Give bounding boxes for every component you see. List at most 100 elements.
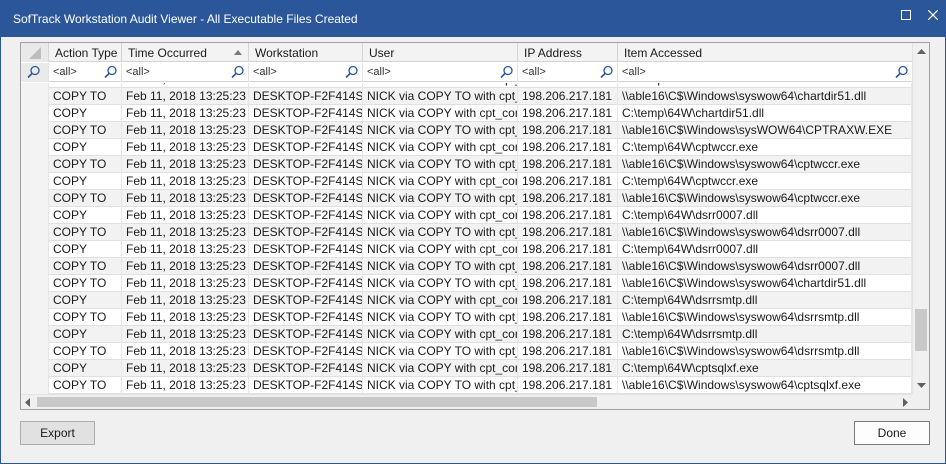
table-row[interactable]: COPY TOFeb 11, 2018 13:25:23DESKTOP-F2F4… bbox=[21, 258, 912, 275]
row-selector[interactable] bbox=[21, 343, 49, 360]
horizontal-scrollbar[interactable] bbox=[21, 394, 912, 409]
row-selector[interactable] bbox=[21, 292, 49, 309]
search-icon bbox=[27, 65, 40, 79]
close-button[interactable] bbox=[919, 1, 946, 29]
table-row[interactable]: COPY Feb 11, 2018 13:25:23 DESKTOP-F2F414S… bbox=[21, 326, 912, 343]
filter-row-selector[interactable] bbox=[21, 63, 49, 82]
cell-user: NICK via COPY with cpt_con... bbox=[363, 326, 518, 343]
row-selector[interactable] bbox=[21, 241, 49, 258]
table-row[interactable]: COPY Feb 11, 2018 13:25:23 DESKTOP-F2F414S… bbox=[21, 105, 912, 122]
search-icon bbox=[600, 65, 613, 79]
table-row[interactable]: COPY TOFeb 11, 2018 13:25:23DESKTOP-F2F4… bbox=[21, 190, 912, 207]
column-header-user[interactable]: User bbox=[363, 43, 518, 62]
row-selector-header[interactable] bbox=[21, 43, 49, 62]
cell-ip-address: 198.206.217.181 bbox=[518, 105, 618, 122]
row-selector[interactable] bbox=[21, 224, 49, 241]
cell-user: NICK via COPY TO with cpt_... bbox=[363, 224, 518, 241]
row-selector[interactable] bbox=[21, 377, 49, 394]
cell-item-accessed: C:\temp\64W\cptwccr.exe bbox=[618, 139, 912, 156]
filter-ip-address[interactable]: <all> bbox=[518, 63, 618, 82]
row-selector[interactable] bbox=[21, 360, 49, 377]
row-selector[interactable] bbox=[21, 173, 49, 190]
vertical-scroll-thumb[interactable] bbox=[915, 309, 927, 351]
row-selector[interactable] bbox=[21, 258, 49, 275]
cell-workstation: DESKTOP-F2F414S bbox=[249, 360, 363, 377]
row-selector[interactable] bbox=[21, 207, 49, 224]
cell-workstation: DESKTOP-F2F414S bbox=[249, 139, 363, 156]
table-row[interactable]: COPY Feb 11, 2018 13:25:23 DESKTOP-F2F414S… bbox=[21, 207, 912, 224]
grid-header: Action Type Time Occurred Workstation Us… bbox=[21, 43, 912, 62]
cell-workstation: DESKTOP-F2F414S bbox=[249, 207, 363, 224]
table-row[interactable]: COPY Feb 11, 2018 13:25:23 DESKTOP-F2F414S… bbox=[21, 173, 912, 190]
table-row[interactable]: COPY TOFeb 11, 2018 13:25:23DESKTOP-F2F4… bbox=[21, 122, 912, 139]
table-row[interactable]: COPY TOFeb 11, 2018 13:25:23DESKTOP-F2F4… bbox=[21, 343, 912, 360]
cell-ip-address: 198.206.217.181 bbox=[518, 275, 618, 292]
cell-time-occurred: Feb 11, 2018 13:25:23 bbox=[122, 139, 249, 156]
row-selector[interactable] bbox=[21, 326, 49, 343]
row-selector[interactable] bbox=[21, 309, 49, 326]
cell-action-type: COPY TO bbox=[49, 122, 122, 139]
cell-time-occurred: Feb 11, 2018 13:25:23 bbox=[122, 207, 249, 224]
column-header-workstation[interactable]: Workstation bbox=[249, 43, 363, 62]
cell-item-accessed: \\able16\C$\Windows\syswow64\dsrrsmtp.dl… bbox=[618, 343, 912, 360]
row-selector[interactable] bbox=[21, 88, 49, 105]
cell-time-occurred: Feb 11, 2018 13:25:23 bbox=[122, 173, 249, 190]
filter-workstation[interactable]: <all> bbox=[249, 63, 363, 82]
cell-action-type: COPY TO bbox=[49, 224, 122, 241]
row-selector[interactable] bbox=[21, 122, 49, 139]
table-row[interactable]: COPY TOFeb 11, 2018 13:25:23DESKTOP-F2F4… bbox=[21, 275, 912, 292]
maximize-button[interactable] bbox=[892, 1, 920, 29]
table-row[interactable]: COPY TOFeb 11, 2018 13:25:23DESKTOP-F2F4… bbox=[21, 156, 912, 173]
cell-workstation: DESKTOP-F2F414S bbox=[249, 224, 363, 241]
export-button[interactable]: Export bbox=[20, 421, 95, 445]
cell-user: NICK via COPY TO with cpt_... bbox=[363, 343, 518, 360]
cell-ip-address: 198.206.217.181 bbox=[518, 224, 618, 241]
audit-grid[interactable]: Action Type Time Occurred Workstation Us… bbox=[20, 42, 930, 410]
search-icon bbox=[345, 65, 358, 79]
table-row[interactable]: COPY Feb 11, 2018 13:25:23 DESKTOP-F2F414S… bbox=[21, 139, 912, 156]
table-row[interactable]: COPY Feb 11, 2018 13:25:23 DESKTOP-F2F414S… bbox=[21, 241, 912, 258]
cell-user: NICK via COPY TO with cpt_... bbox=[363, 156, 518, 173]
cell-time-occurred: Feb 11, 2018 13:25:23 bbox=[122, 377, 249, 394]
row-selector[interactable] bbox=[21, 139, 49, 156]
cell-time-occurred: Feb 11, 2018 13:25:23 bbox=[122, 258, 249, 275]
cell-ip-address: 198.206.217.181 bbox=[518, 207, 618, 224]
column-header-item-accessed[interactable]: Item Accessed bbox=[618, 43, 912, 62]
title-bar[interactable]: SofTrack Workstation Audit Viewer - All … bbox=[1, 1, 945, 37]
scroll-right-icon[interactable] bbox=[898, 395, 912, 410]
row-selector[interactable] bbox=[21, 275, 49, 292]
cell-user: NICK via COPY TO with cpt_... bbox=[363, 258, 518, 275]
search-icon bbox=[104, 65, 117, 79]
cell-ip-address: 198.206.217.181 bbox=[518, 309, 618, 326]
done-button[interactable]: Done bbox=[854, 421, 930, 445]
filter-item-accessed[interactable]: <all> bbox=[618, 63, 912, 82]
filter-time-occurred[interactable]: <all> bbox=[122, 63, 249, 82]
filter-user[interactable]: <all> bbox=[363, 63, 518, 82]
cell-workstation: DESKTOP-F2F414S bbox=[249, 173, 363, 190]
cell-action-type: COPY TO bbox=[49, 343, 122, 360]
scroll-left-icon[interactable] bbox=[21, 395, 35, 410]
column-header-time-occurred[interactable]: Time Occurred bbox=[122, 43, 249, 62]
table-row[interactable]: COPY TOFeb 11, 2018 13:25:23DESKTOP-F2F4… bbox=[21, 88, 912, 105]
cell-time-occurred: Feb 11, 2018 13:25:23 bbox=[122, 292, 249, 309]
table-row[interactable]: COPY TOFeb 11, 2018 13:25:23DESKTOP-F2F4… bbox=[21, 377, 912, 394]
cell-workstation: DESKTOP-F2F414S bbox=[249, 377, 363, 394]
vertical-scrollbar[interactable] bbox=[912, 43, 929, 396]
cell-action-type: COPY bbox=[49, 292, 122, 309]
row-selector[interactable] bbox=[21, 105, 49, 122]
row-selector[interactable] bbox=[21, 156, 49, 173]
table-row[interactable]: COPY TOFeb 11, 2018 13:25:23DESKTOP-F2F4… bbox=[21, 309, 912, 326]
column-header-action-type[interactable]: Action Type bbox=[49, 43, 122, 62]
horizontal-scroll-thumb[interactable] bbox=[37, 397, 597, 407]
row-selector[interactable] bbox=[21, 190, 49, 207]
table-row[interactable]: COPY TOFeb 11, 2018 13:25:23DESKTOP-F2F4… bbox=[21, 224, 912, 241]
filter-action-type[interactable]: <all> bbox=[49, 63, 122, 82]
table-row[interactable]: COPY Feb 11, 2018 13:25:23 DESKTOP-F2F414S… bbox=[21, 360, 912, 377]
cell-workstation: DESKTOP-F2F414S bbox=[249, 326, 363, 343]
scroll-up-icon[interactable] bbox=[913, 43, 930, 60]
cell-action-type: COPY bbox=[49, 173, 122, 190]
cell-time-occurred: Feb 11, 2018 13:25:23 bbox=[122, 241, 249, 258]
column-header-ip-address[interactable]: IP Address bbox=[518, 43, 618, 62]
table-row[interactable]: COPY Feb 11, 2018 13:25:23 DESKTOP-F2F414S… bbox=[21, 292, 912, 309]
scroll-down-icon[interactable] bbox=[913, 377, 930, 394]
